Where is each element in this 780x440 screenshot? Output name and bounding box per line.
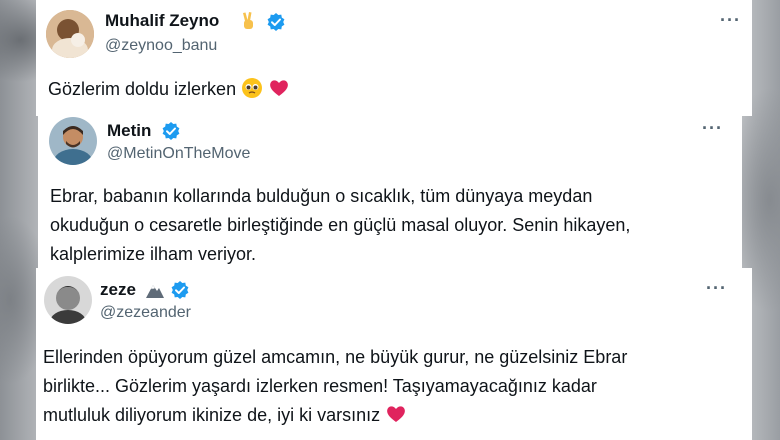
tweet-text-line: okuduğun o cesaretle birleştiğinde en gü…	[50, 215, 631, 235]
tweet-text: Ebrar, babanın kollarında bulduğun o sıc…	[50, 182, 630, 269]
snow-mountain-emoji	[146, 285, 164, 298]
tweet-text-line: mutluluk diliyorum ikinize de, iyi ki va…	[43, 401, 627, 430]
tweet-text-line: Ellerinden öpüyorum güzel amcamın, ne bü…	[43, 347, 628, 367]
tweet-text: Ellerinden öpüyorum güzel amcamın, ne bü…	[43, 343, 627, 430]
avatar[interactable]	[49, 117, 97, 165]
more-options-icon[interactable]: ···	[706, 278, 727, 299]
avatar[interactable]	[46, 10, 94, 58]
pleading-face-emoji	[242, 78, 263, 98]
display-name[interactable]: Metin	[107, 121, 151, 141]
tweet-text-line: Gözlerim doldu izlerken	[48, 75, 290, 104]
tweet-card-2[interactable]: Metin @MetinOnTheMove ··· Ebrar, babanın…	[38, 108, 742, 270]
verified-badge-icon	[171, 281, 189, 299]
tweet-card-3[interactable]: zeze @zezeander ··· Ellerinden öpüyorum …	[36, 268, 752, 440]
display-name[interactable]: zeze	[100, 280, 136, 300]
display-name[interactable]: Muhalif Zeyno	[105, 11, 219, 31]
tweet-text-line: Ebrar, babanın kollarında bulduğun o sıc…	[50, 186, 593, 206]
red-heart-emoji	[270, 80, 288, 96]
verified-badge-icon	[162, 122, 180, 140]
avatar[interactable]	[44, 276, 92, 324]
handle[interactable]: @MetinOnTheMove	[107, 145, 250, 163]
victory-hand-emoji	[243, 12, 253, 29]
red-heart-emoji	[387, 406, 406, 422]
verified-badge-icon	[267, 13, 285, 31]
tweet-text: Gözlerim doldu izlerken	[48, 75, 290, 104]
tweet-card-1[interactable]: Muhalif Zeyno @zeynoo_banu ··· Gözlerim …	[36, 0, 752, 116]
tweet-text-line: kalplerimize ilham veriyor.	[50, 244, 257, 264]
more-options-icon[interactable]: ···	[720, 10, 741, 31]
tweet-text-line: birlikte... Gözlerim yaşardı izlerken re…	[43, 376, 597, 396]
handle[interactable]: @zeynoo_banu	[105, 37, 217, 55]
more-options-icon[interactable]: ···	[702, 118, 723, 139]
handle[interactable]: @zezeander	[100, 304, 191, 322]
